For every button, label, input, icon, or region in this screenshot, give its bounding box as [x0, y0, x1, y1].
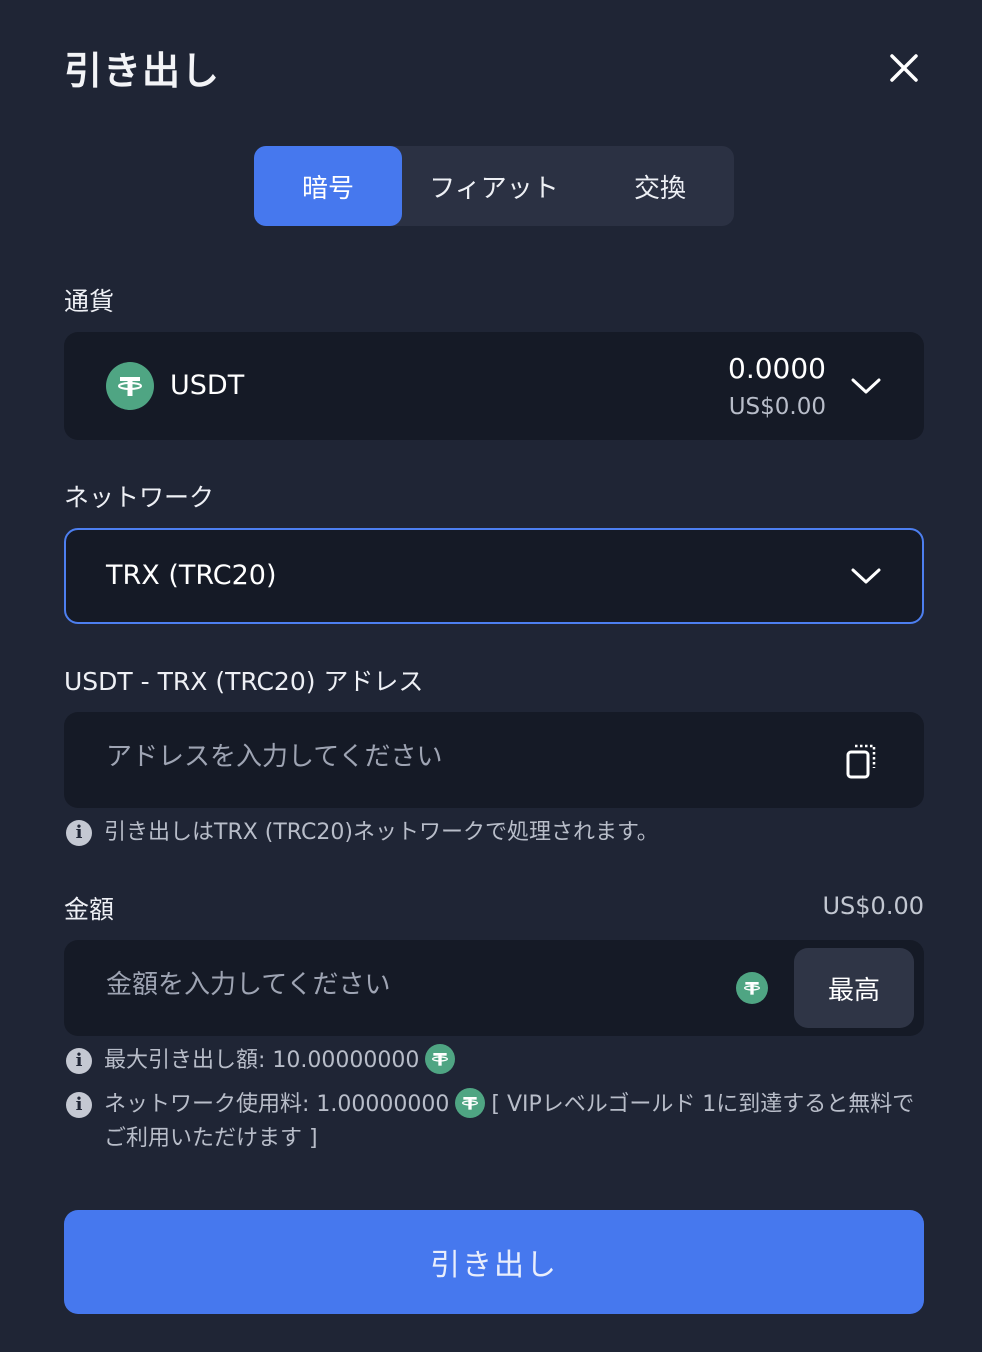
fee-note: i ネットワーク使用料: 1.00000000[ VIPレベルゴールド 1に到達… [66, 1088, 926, 1156]
tether-icon [736, 972, 768, 1004]
tether-icon [455, 1088, 486, 1118]
max-withdraw-text: 最大引き出し額: 10.00000000 [104, 1048, 420, 1073]
address-input[interactable] [106, 742, 746, 772]
paste-button[interactable] [842, 740, 882, 782]
address-note-text: 引き出しはTRX (TRC20)ネットワークで処理されます。 [104, 820, 659, 845]
tab-exchange[interactable]: 交換 [586, 146, 734, 226]
chevron-down-icon [851, 568, 881, 584]
paste-icon [846, 744, 876, 779]
currency-label: 通貨 [64, 287, 115, 316]
currency-select[interactable]: USDT 0.0000 US$0.00 [64, 332, 924, 440]
network-select[interactable]: TRX (TRC20) [64, 528, 924, 624]
currency-symbol: USDT [170, 370, 245, 401]
close-button[interactable] [880, 44, 928, 92]
modal-title: 引き出し [64, 49, 221, 93]
max-withdraw-text-wrap: 最大引き出し額: 10.00000000 [104, 1044, 461, 1078]
withdraw-modal: 引き出し 暗号 フィアット 交換 通貨 USDT 0.0000 US$0.00 … [0, 0, 982, 1352]
network-value: TRX (TRC20) [106, 560, 277, 591]
network-label: ネットワーク [64, 483, 215, 512]
tab-fiat[interactable]: フィアット [402, 146, 586, 226]
amount-usd-value: US$0.00 [822, 892, 924, 920]
currency-balance-usd: US$0.00 [728, 394, 826, 420]
info-icon: i [66, 1092, 92, 1118]
tab-crypto[interactable]: 暗号 [254, 146, 402, 226]
tether-icon [106, 362, 154, 410]
amount-input[interactable] [106, 970, 706, 1000]
tether-icon [425, 1044, 456, 1074]
info-icon: i [66, 1048, 92, 1074]
max-button[interactable]: 最高 [794, 948, 914, 1028]
info-icon: i [66, 820, 92, 846]
address-label: USDT - TRX (TRC20) アドレス [64, 667, 424, 696]
fee-text: ネットワーク使用料: 1.00000000 [104, 1092, 450, 1117]
withdraw-submit-button[interactable]: 引き出し [64, 1210, 924, 1314]
address-note: i 引き出しはTRX (TRC20)ネットワークで処理されます。 [66, 816, 659, 850]
fee-text-wrap: ネットワーク使用料: 1.00000000[ VIPレベルゴールド 1に到達する… [104, 1088, 926, 1156]
withdraw-type-tabs: 暗号 フィアット 交換 [254, 146, 734, 226]
address-field [64, 712, 924, 808]
amount-field: 最高 [64, 940, 924, 1036]
max-withdraw-note: i 最大引き出し額: 10.00000000 [66, 1044, 461, 1078]
close-icon [890, 54, 918, 82]
currency-balance: 0.0000 [728, 352, 826, 385]
chevron-down-icon [851, 378, 881, 394]
amount-label: 金額 [64, 895, 115, 924]
